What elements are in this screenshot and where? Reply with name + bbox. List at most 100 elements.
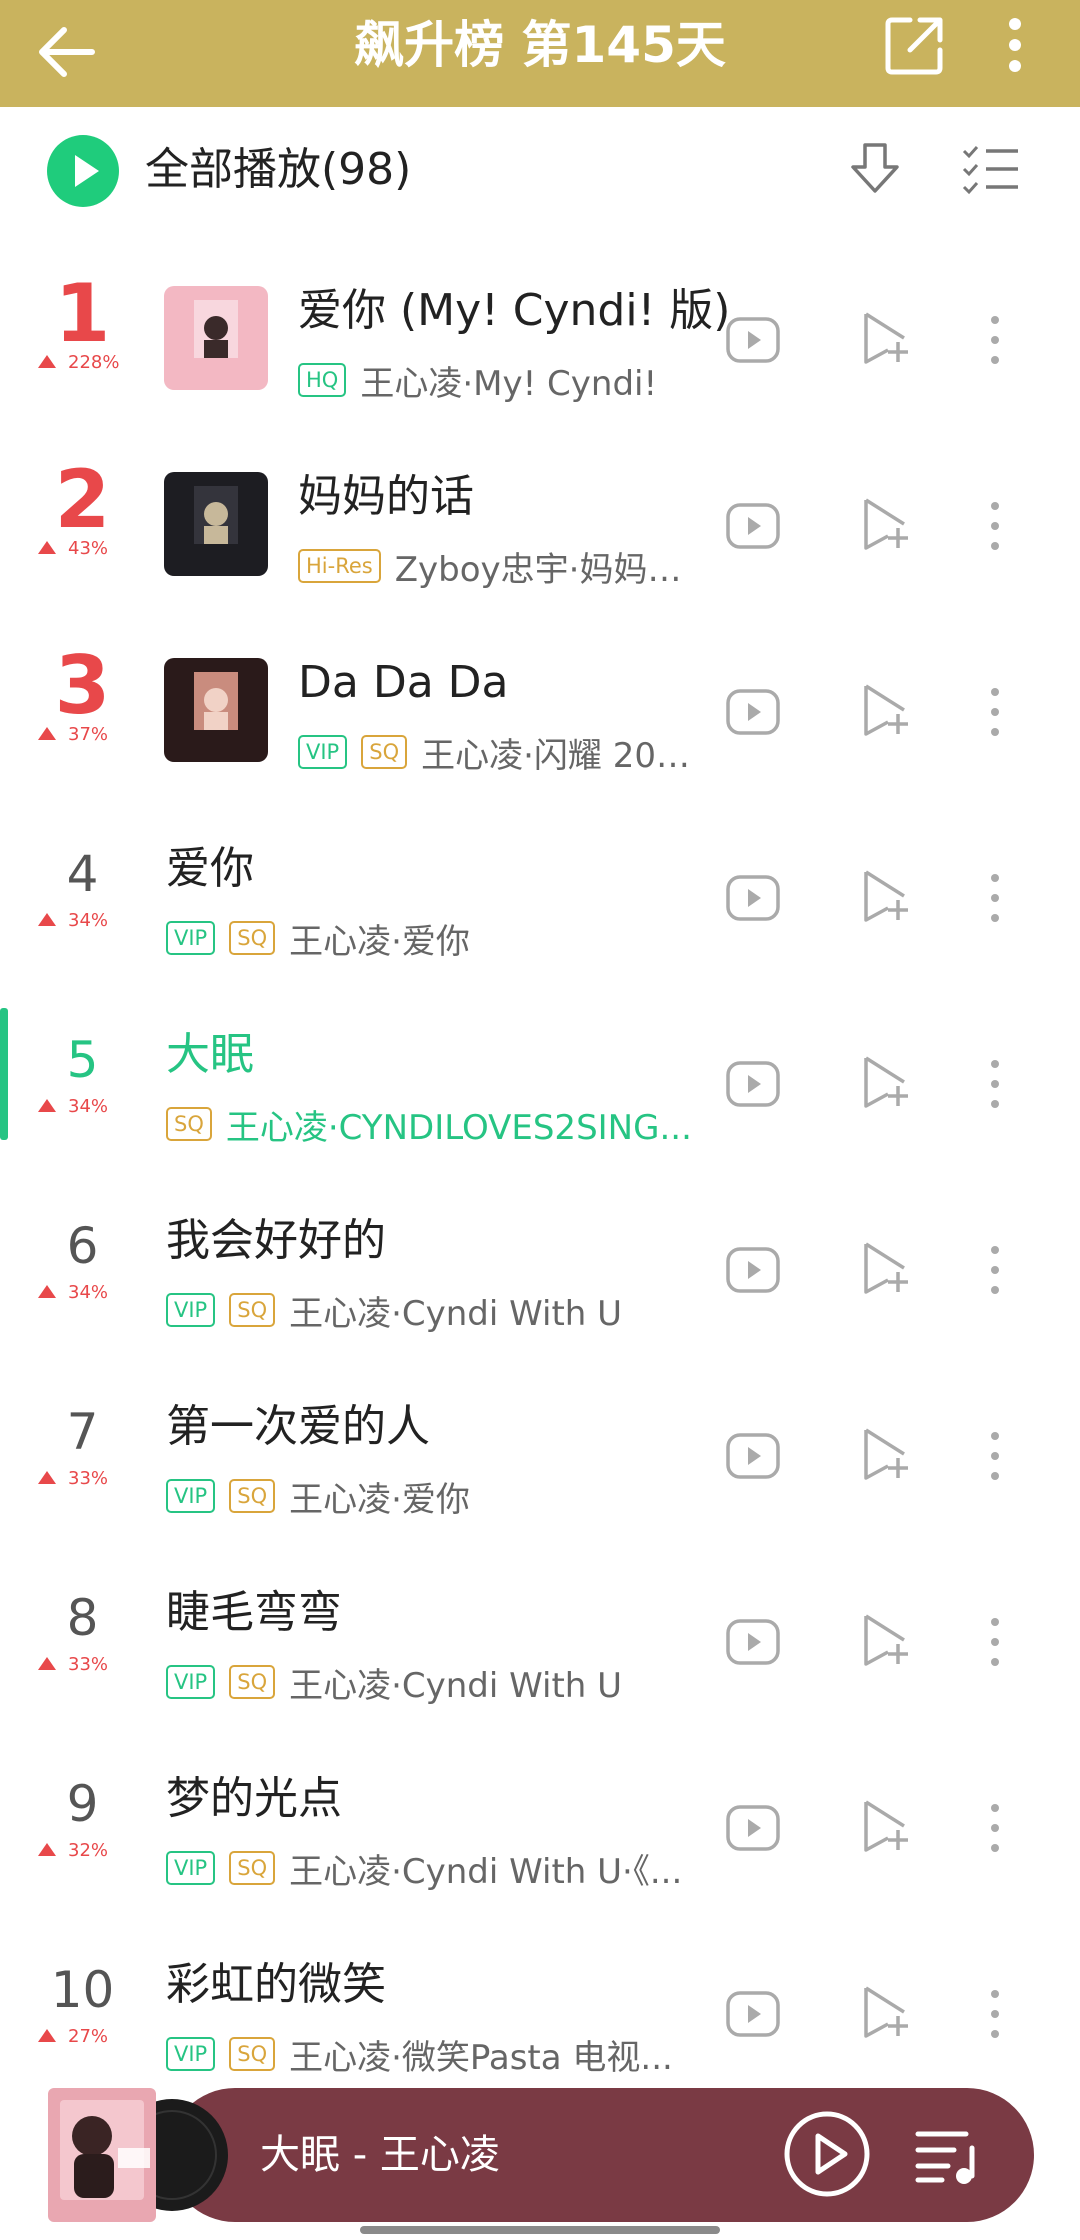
song-title[interactable]: 第一次爱的人 [166, 1398, 430, 1456]
song-row[interactable]: 10 27% 彩虹的微笑 VIP SQ 王心凌·微笑Pasta 电视... [0, 1922, 1080, 2108]
sq-badge: SQ [229, 1665, 276, 1699]
add-to-playlist-icon[interactable] [860, 866, 912, 928]
video-play-icon[interactable] [725, 688, 781, 736]
rank-change-percent: 37% [68, 724, 109, 745]
rank-change: 228% [38, 352, 119, 373]
rank-number: 6 [66, 1217, 99, 1275]
song-row[interactable]: 9 32% 梦的光点 VIP SQ 王心凌·Cyndi With U·《... [0, 1736, 1080, 1922]
video-play-icon[interactable] [725, 502, 781, 550]
multi-select-icon[interactable] [960, 143, 1020, 195]
add-to-playlist-icon[interactable] [860, 1424, 912, 1486]
add-to-playlist-icon[interactable] [860, 1238, 912, 1300]
video-play-icon[interactable] [725, 316, 781, 364]
song-row[interactable]: 1 228% 爱你 (My! Cyndi! 版) HQ 王心凌·My! Cyndi! [0, 248, 1080, 434]
artist-album: 王心凌·Cyndi With U [289, 1665, 623, 1706]
song-title[interactable]: 爱你 (My! Cyndi! 版) [298, 282, 730, 340]
song-meta: VIP SQ 王心凌·Cyndi With U [166, 1288, 700, 1334]
add-to-playlist-icon[interactable] [860, 308, 912, 370]
video-play-icon[interactable] [725, 1804, 781, 1852]
song-title[interactable]: 妈妈的话 [298, 468, 474, 526]
song-row[interactable]: 3 37% Da Da Da VIP SQ 王心凌·闪耀 200... [0, 620, 1080, 806]
song-more-icon[interactable] [980, 498, 1010, 554]
video-play-icon[interactable] [725, 1060, 781, 1108]
artist-album: Zyboy忠宇·妈妈的... [394, 549, 700, 590]
home-indicator[interactable] [360, 2226, 720, 2234]
add-to-playlist-icon[interactable] [860, 1982, 912, 2044]
up-triangle-icon [38, 1843, 56, 1856]
artist-album: 王心凌·微笑Pasta 电视... [289, 2037, 673, 2078]
rank-change-percent: 228% [68, 352, 120, 373]
add-to-playlist-icon[interactable] [860, 494, 912, 556]
video-play-icon[interactable] [725, 1990, 781, 2038]
up-triangle-icon [38, 727, 56, 740]
song-more-icon[interactable] [980, 1614, 1010, 1670]
song-more-icon[interactable] [980, 1428, 1010, 1484]
vip-badge: VIP [166, 2037, 216, 2071]
more-vertical-icon[interactable] [990, 10, 1040, 80]
song-meta: VIP SQ 王心凌·闪耀 200... [298, 730, 700, 776]
song-title[interactable]: 彩虹的微笑 [166, 1956, 386, 2014]
song-title[interactable]: 大眠 [166, 1026, 254, 1084]
rank-change-percent: 32% [68, 1840, 109, 1861]
song-more-icon[interactable] [980, 870, 1010, 926]
song-title[interactable]: Da Da Da [298, 654, 509, 712]
song-title[interactable]: 睫毛弯弯 [166, 1584, 342, 1642]
vip-badge: VIP [298, 735, 348, 769]
rank-number: 5 [66, 1031, 99, 1089]
song-row[interactable]: 7 33% 第一次爱的人 VIP SQ 王心凌·爱你 [0, 1364, 1080, 1550]
play-all-label[interactable]: 全部播放(98) [145, 137, 411, 203]
album-art[interactable] [48, 2088, 228, 2222]
artist-album: 王心凌·CYNDILOVES2SING... [225, 1107, 692, 1148]
playlist-icon[interactable] [914, 2126, 980, 2184]
song-row[interactable]: 8 33% 睫毛弯弯 VIP SQ 王心凌·Cyndi With U [0, 1550, 1080, 1736]
song-row[interactable]: 6 34% 我会好好的 VIP SQ 王心凌·Cyndi With U [0, 1178, 1080, 1364]
song-more-icon[interactable] [980, 312, 1010, 368]
song-more-icon[interactable] [980, 1800, 1010, 1856]
rank-change: 34% [38, 1096, 108, 1117]
up-triangle-icon [38, 1657, 56, 1670]
song-title[interactable]: 我会好好的 [166, 1212, 386, 1270]
now-playing-text[interactable]: 大眠 - 王心凌 [260, 2088, 500, 2222]
video-play-icon[interactable] [725, 1246, 781, 1294]
song-title[interactable]: 梦的光点 [166, 1770, 342, 1828]
rank-number: 1 [54, 267, 111, 360]
video-play-icon[interactable] [725, 1432, 781, 1480]
video-play-icon[interactable] [725, 874, 781, 922]
download-icon[interactable] [845, 139, 905, 199]
song-row[interactable]: 2 43% 妈妈的话 Hi-Res Zyboy忠宇·妈妈的... [0, 434, 1080, 620]
vip-badge: VIP [166, 1851, 216, 1885]
song-row[interactable]: 5 34% 大眠 SQ 王心凌·CYNDILOVES2SING... [0, 992, 1080, 1178]
artist-album: 王心凌·Cyndi With U [289, 1293, 623, 1334]
up-triangle-icon [38, 1471, 56, 1484]
song-title[interactable]: 爱你 [166, 840, 254, 898]
play-all-bar: 全部播放(98) [0, 107, 1080, 237]
play-all-button[interactable] [47, 135, 119, 207]
song-more-icon[interactable] [980, 1986, 1010, 2042]
song-row[interactable]: 4 34% 爱你 VIP SQ 王心凌·爱你 [0, 806, 1080, 992]
rank-change-percent: 43% [68, 538, 109, 559]
video-play-icon[interactable] [725, 1618, 781, 1666]
song-meta: HQ 王心凌·My! Cyndi! [298, 358, 700, 404]
song-meta: VIP SQ 王心凌·爱你 [166, 1474, 700, 1520]
sq-badge: SQ [229, 1851, 276, 1885]
song-meta: VIP SQ 王心凌·微笑Pasta 电视... [166, 2032, 700, 2078]
sq-badge: SQ [229, 921, 276, 955]
artist-album: 王心凌·爱你 [289, 1479, 470, 1520]
add-to-playlist-icon[interactable] [860, 1052, 912, 1114]
rank-number: 4 [66, 845, 99, 903]
album-cover[interactable] [164, 472, 268, 576]
album-cover[interactable] [164, 658, 268, 762]
song-meta: Hi-Res Zyboy忠宇·妈妈的... [298, 544, 700, 590]
rank-number: 3 [54, 639, 111, 732]
vip-badge: VIP [166, 921, 216, 955]
add-to-playlist-icon[interactable] [860, 680, 912, 742]
share-external-icon[interactable] [880, 10, 950, 80]
add-to-playlist-icon[interactable] [860, 1610, 912, 1672]
play-button-icon[interactable] [781, 2108, 873, 2200]
song-more-icon[interactable] [980, 684, 1010, 740]
song-more-icon[interactable] [980, 1242, 1010, 1298]
add-to-playlist-icon[interactable] [860, 1796, 912, 1858]
mini-player[interactable]: 大眠 - 王心凌 [48, 2088, 1034, 2222]
song-more-icon[interactable] [980, 1056, 1010, 1112]
album-cover[interactable] [164, 286, 268, 390]
